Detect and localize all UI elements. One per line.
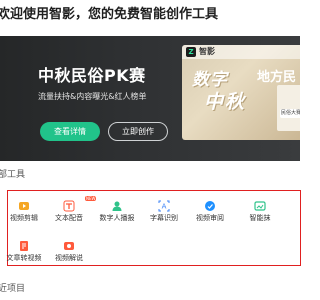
tool-text-dub[interactable]: 文本配音 [47, 197, 91, 223]
tool-subtitle[interactable]: A 字幕识别 [142, 197, 186, 223]
video-narration-icon [63, 237, 75, 250]
tool-video-review[interactable]: 视频审阅 [188, 197, 232, 223]
text-dub-icon [63, 197, 75, 212]
tool-label: 数字人播报 [99, 214, 135, 222]
preview-card [277, 85, 300, 131]
preview-app-name: 智影 [199, 47, 215, 56]
digital-human-icon [111, 197, 123, 211]
tool-video-narration[interactable]: 视频解说 [47, 237, 91, 263]
banner-preview-image[interactable]: Z 智影 数字 地方民 中秋 民俗大赛 [182, 45, 300, 140]
tool-label: 视频剪辑 [10, 214, 38, 222]
subtitle-icon: A [158, 197, 170, 212]
tool-label: 文章转视频 [6, 254, 42, 262]
promo-banner[interactable]: 中秋民俗PK赛 流量扶持&内容曝光&红人榜单 查看详情 立即创作 Z 智影 数字… [0, 36, 300, 161]
preview-text-3: 中秋 [204, 91, 247, 113]
tool-label: 视频解说 [55, 254, 83, 262]
video-edit-icon [18, 197, 30, 210]
tool-label: 视频审阅 [196, 214, 224, 222]
svg-text:A: A [162, 203, 167, 211]
tool-video-edit[interactable]: 视频剪辑 [2, 197, 46, 223]
banner-subtitle: 流量扶持&内容曝光&红人榜单 [38, 92, 147, 101]
tool-label: 文本配音 [55, 214, 83, 222]
tool-label: 字幕识别 [150, 214, 178, 222]
tool-label: 智能抹 [249, 214, 271, 222]
smart-erase-icon [254, 197, 266, 211]
tool-smart-erase[interactable]: 智能抹 [238, 197, 282, 223]
preview-text-2: 地方民 [257, 70, 297, 85]
welcome-title: 欢迎使用智影，您的免费智能创作工具 [0, 7, 219, 22]
preview-badge: 民俗大赛 [280, 109, 300, 118]
view-details-button[interactable]: 查看详情 [40, 122, 100, 141]
banner-title: 中秋民俗PK赛 [38, 66, 146, 85]
article-video-icon [18, 237, 30, 251]
zhiying-logo-icon: Z [186, 47, 196, 57]
tools-section-title: 部工具 [0, 170, 26, 180]
create-now-button[interactable]: 立即创作 [108, 122, 168, 141]
video-review-icon [204, 197, 216, 211]
tool-digital-human[interactable]: 数字人播报 [95, 197, 139, 223]
tool-article-video[interactable]: 文章转视频 [2, 237, 46, 263]
recent-section-title: 近项目 [0, 284, 26, 294]
